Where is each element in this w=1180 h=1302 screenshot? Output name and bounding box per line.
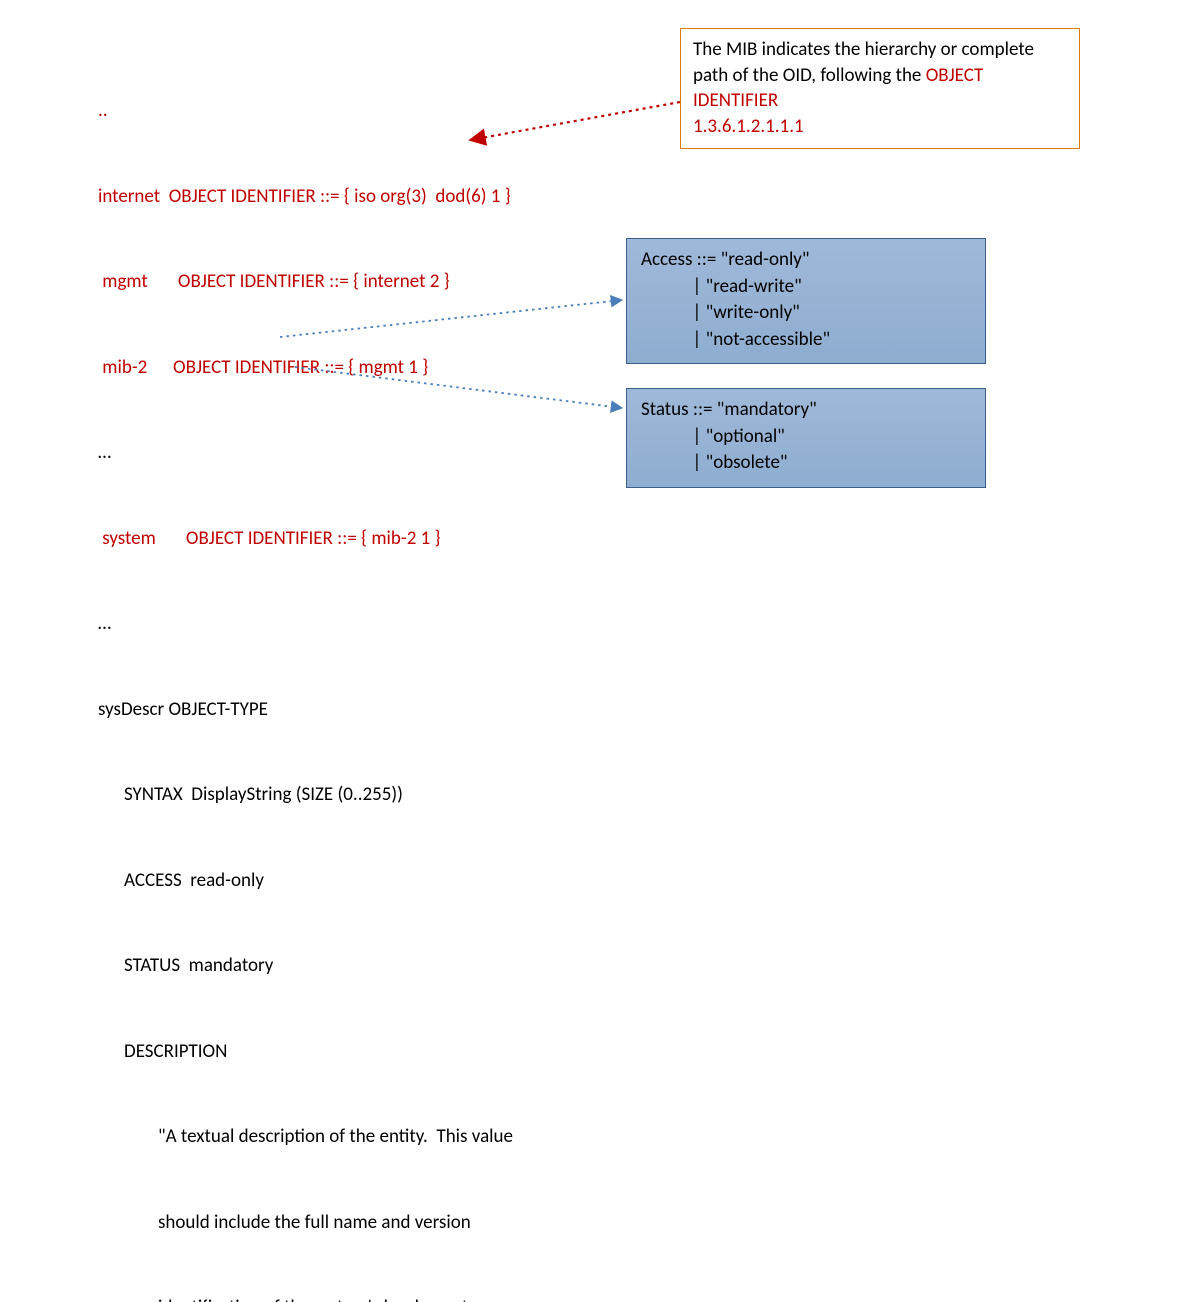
code-mgmt-rest: OBJECT IDENTIFIER ::= { internet 2 } [148,270,450,293]
callout-oid-value: 1.3.6.1.2.1.1.1 [693,114,1067,140]
access-row-4: | "not-accessible" [641,327,971,354]
code-internet-line: internet OBJECT IDENTIFIER ::= { iso org… [98,183,522,212]
code-desc-l1: "A textual description of the entity. Th… [98,1123,522,1152]
code-internet-rest: OBJECT IDENTIFIER ::= { iso org(3) dod(6… [160,185,511,208]
code-mgmt-name: mgmt [98,270,148,293]
status-row-3: | "obsolete" [641,450,971,477]
code-syntax-line: SYNTAX DisplayString (SIZE (0..255)) [98,781,522,810]
status-head: Status ::= "mandatory" [641,397,971,424]
access-row-2: | "read-write" [641,274,971,301]
code-mib2-rest: OBJECT IDENTIFIER ::= { mgmt 1 } [147,356,428,379]
code-system-rest: OBJECT IDENTIFIER ::= { mib-2 1 } [156,527,441,550]
code-mib2-line: mib-2 OBJECT IDENTIFIER ::= { mgmt 1 } [98,354,522,383]
code-internet-name: internet [98,185,160,208]
status-grammar-box: Status ::= "mandatory" | "optional" | "o… [626,388,986,488]
code-system-name: system [98,527,156,550]
code-dots-top: .. [98,97,522,126]
status-row-2: | "optional" [641,424,971,451]
code-status-line: STATUS mandatory [98,952,522,981]
callout-mib-hierarchy: The MIB indicates the hierarchy or compl… [680,28,1080,149]
code-description-kw: DESCRIPTION [98,1038,522,1067]
access-grammar-box: Access ::= "read-only" | "read-write" | … [626,238,986,364]
access-head: Access ::= "read-only" [641,247,971,274]
mib-code-block: .. internet OBJECT IDENTIFIER ::= { iso … [98,40,522,1302]
code-sysdescr-header: sysDescr OBJECT-TYPE [98,696,522,725]
access-row-3: | "write-only" [641,300,971,327]
code-access-line: ACCESS read-only [98,867,522,896]
code-mib2-name: mib-2 [98,356,147,379]
code-desc-l3: identification of the system's hardware … [98,1294,522,1302]
code-mgmt-line: mgmt OBJECT IDENTIFIER ::= { internet 2 … [98,268,522,297]
code-ellipsis-1: … [98,439,522,468]
code-ellipsis-2: … [98,610,522,639]
code-system-line: system OBJECT IDENTIFIER ::= { mib-2 1 } [98,525,522,554]
code-desc-l2: should include the full name and version [98,1209,522,1238]
